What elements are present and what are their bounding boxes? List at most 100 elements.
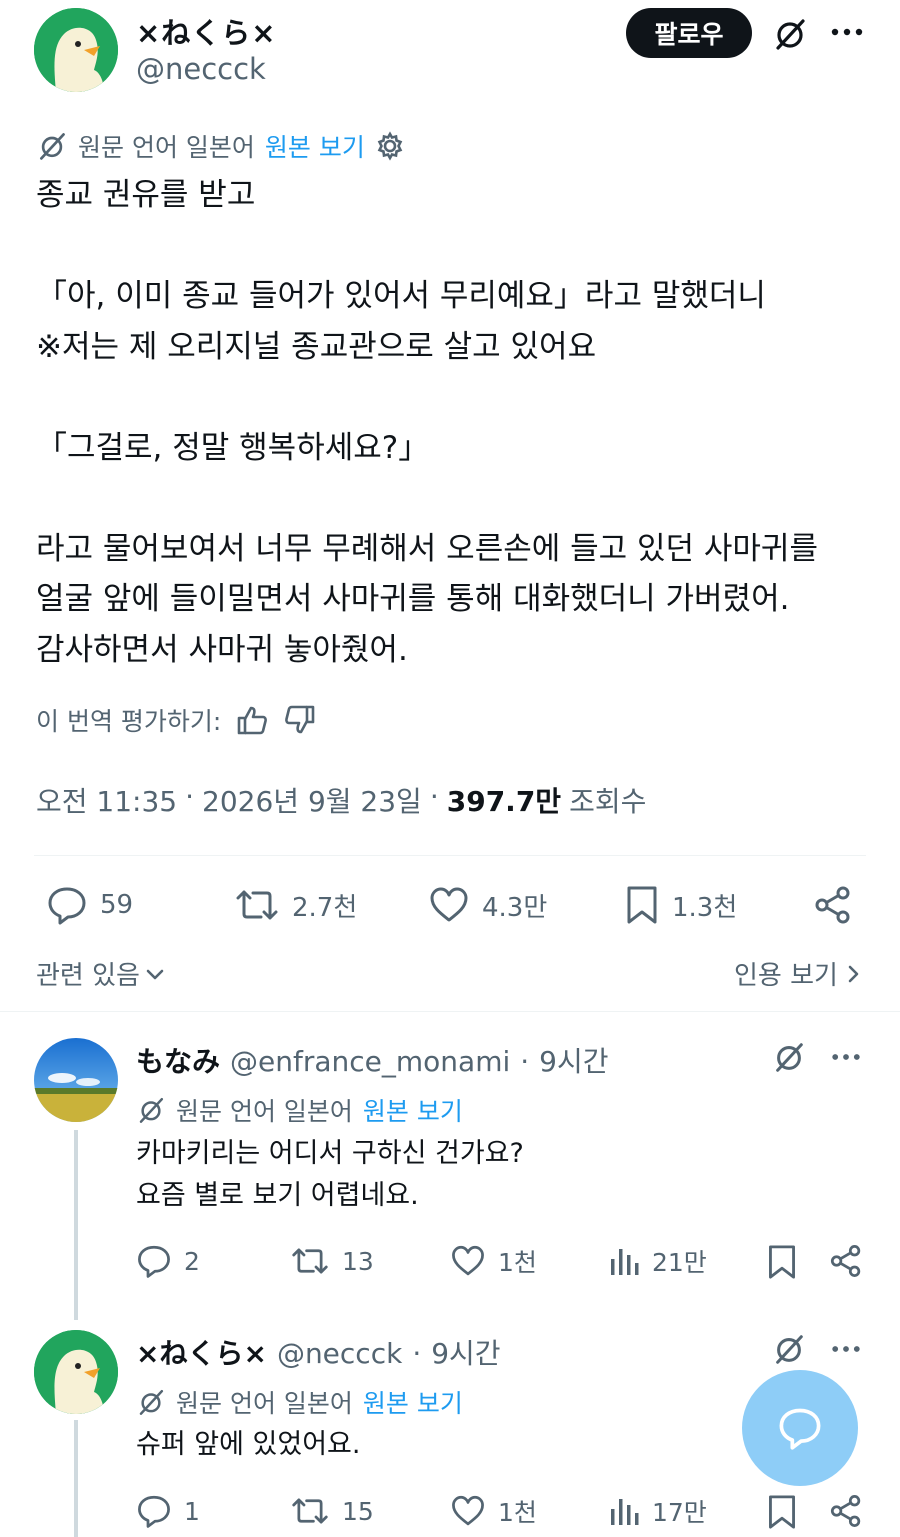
quotes-link[interactable]: 인용 보기 bbox=[734, 955, 864, 992]
translate-icon bbox=[36, 130, 68, 162]
like-button[interactable]: 4.3만 bbox=[428, 884, 547, 926]
related-toggle[interactable]: 관련 있음 bbox=[36, 955, 166, 992]
reply-handle[interactable]: @neccck bbox=[277, 1337, 402, 1370]
grok-icon[interactable] bbox=[772, 16, 808, 52]
like-count: 1천 bbox=[498, 1248, 537, 1277]
share-icon bbox=[828, 1493, 864, 1529]
views-button[interactable]: 17만 bbox=[608, 1493, 707, 1529]
reply-icon bbox=[136, 1243, 172, 1279]
chevron-right-icon bbox=[842, 963, 864, 985]
reply-display-name[interactable]: ×ねくら× bbox=[136, 1332, 267, 1372]
retweet-count: 2.7천 bbox=[292, 892, 358, 923]
quotes-label: 인용 보기 bbox=[734, 961, 838, 991]
bookmark-icon bbox=[766, 1493, 798, 1531]
views-icon bbox=[608, 1243, 640, 1279]
like-count: 1천 bbox=[498, 1498, 537, 1527]
reply-time[interactable]: 9시간 bbox=[431, 1332, 500, 1372]
reply-icon bbox=[136, 1493, 172, 1529]
views-count: 21만 bbox=[652, 1248, 707, 1277]
thumbs-down-icon[interactable] bbox=[283, 704, 317, 736]
translation-label: 원문 언어 일본어 bbox=[78, 133, 255, 162]
reply-button[interactable]: 59 bbox=[46, 884, 133, 926]
translation-label: 원문 언어 일본어 bbox=[176, 1097, 353, 1126]
views-label: 조회수 bbox=[569, 785, 647, 818]
grok-icon[interactable] bbox=[772, 1040, 806, 1074]
more-icon[interactable] bbox=[830, 1340, 862, 1358]
author-display-name[interactable]: ×ねくら× bbox=[136, 10, 277, 52]
chevron-down-icon bbox=[144, 963, 166, 985]
tweet-text: 종교 권유를 받고 「아, 이미 종교 들어가 있어서 무리예요」라고 말했더니… bbox=[36, 177, 818, 668]
tweet-date[interactable]: 2026년 9월 23일 bbox=[202, 780, 422, 820]
reply-icon bbox=[46, 884, 88, 926]
like-icon bbox=[450, 1493, 486, 1529]
landscape-avatar-image bbox=[34, 1038, 118, 1122]
reply-count: 1 bbox=[184, 1496, 200, 1526]
like-icon bbox=[450, 1243, 486, 1279]
gear-icon[interactable] bbox=[375, 131, 405, 161]
reply-time[interactable]: 9시간 bbox=[539, 1040, 608, 1080]
reply-translation-notice: 원문 언어 일본어 원본 보기 bbox=[136, 1384, 463, 1420]
reply-count: 2 bbox=[184, 1246, 200, 1276]
rate-translation: 이 번역 평가하기: bbox=[36, 702, 317, 738]
reply-header: もなみ @enfrance_monami · 9시간 bbox=[136, 1040, 609, 1080]
rate-label: 이 번역 평가하기: bbox=[36, 707, 222, 736]
more-icon[interactable] bbox=[830, 1048, 862, 1066]
show-original-link[interactable]: 원본 보기 bbox=[265, 128, 365, 164]
reply-avatar[interactable] bbox=[34, 1038, 118, 1122]
share-button[interactable] bbox=[828, 1493, 864, 1529]
like-button[interactable]: 1천 bbox=[450, 1493, 537, 1529]
share-button[interactable] bbox=[812, 884, 854, 926]
show-original-link[interactable]: 원본 보기 bbox=[363, 1384, 463, 1420]
views-button[interactable]: 21만 bbox=[608, 1243, 707, 1279]
reply-count: 59 bbox=[100, 890, 134, 920]
translate-icon bbox=[136, 1387, 166, 1417]
reply-text: 슈퍼 앞에 있었어요. bbox=[136, 1429, 361, 1460]
retweet-button[interactable]: 15 bbox=[290, 1493, 374, 1529]
reply-avatar[interactable] bbox=[34, 1330, 118, 1414]
reply-button[interactable]: 2 bbox=[136, 1243, 200, 1279]
bookmark-button[interactable]: 1.3천 bbox=[624, 884, 737, 926]
follow-button[interactable]: 팔로우 bbox=[626, 8, 752, 58]
thread-line bbox=[74, 1420, 78, 1537]
like-count: 4.3만 bbox=[482, 892, 548, 923]
bookmark-button[interactable] bbox=[766, 1493, 798, 1531]
reply-translation-notice: 원문 언어 일본어 원본 보기 bbox=[136, 1092, 463, 1128]
like-icon bbox=[428, 884, 470, 926]
related-label: 관련 있음 bbox=[36, 961, 140, 991]
reply-text: 카마키리는 어디서 구하신 건가요? 요즘 별로 보기 어렵네요. bbox=[136, 1138, 524, 1211]
bookmark-icon bbox=[766, 1243, 798, 1281]
share-button[interactable] bbox=[828, 1243, 864, 1279]
views-icon bbox=[608, 1493, 640, 1529]
translation-notice: 원문 언어 일본어 원본 보기 bbox=[36, 128, 405, 164]
reply-button[interactable]: 1 bbox=[136, 1493, 200, 1529]
retweet-button[interactable]: 13 bbox=[290, 1243, 374, 1279]
views-count: 17만 bbox=[652, 1498, 707, 1527]
show-original-link[interactable]: 원본 보기 bbox=[363, 1092, 463, 1128]
thread-line bbox=[74, 1130, 78, 1320]
retweet-icon bbox=[290, 1243, 330, 1279]
views-count: 397.7만 bbox=[446, 785, 562, 818]
duck-avatar-image bbox=[34, 8, 118, 92]
more-icon[interactable] bbox=[830, 22, 864, 42]
share-icon bbox=[812, 884, 854, 926]
duck-avatar-image bbox=[34, 1330, 118, 1414]
thumbs-up-icon[interactable] bbox=[235, 704, 269, 736]
tweet-meta: 오전 11:35 · 2026년 9월 23일 · 397.7만 조회수 bbox=[36, 780, 647, 820]
bookmark-count: 1.3천 bbox=[672, 892, 738, 923]
author-handle[interactable]: @neccck bbox=[136, 52, 266, 86]
tweet-time[interactable]: 오전 11:35 bbox=[36, 780, 177, 820]
section-divider bbox=[0, 1011, 900, 1012]
retweet-button[interactable]: 2.7천 bbox=[234, 884, 357, 926]
author-avatar[interactable] bbox=[34, 8, 118, 92]
bookmark-button[interactable] bbox=[766, 1243, 798, 1281]
grok-icon[interactable] bbox=[772, 1332, 806, 1366]
bookmark-icon bbox=[624, 884, 660, 926]
translation-label: 원문 언어 일본어 bbox=[176, 1389, 353, 1418]
compose-reply-icon bbox=[777, 1405, 823, 1451]
compose-reply-button[interactable] bbox=[742, 1370, 858, 1486]
divider bbox=[34, 855, 866, 856]
reply-handle[interactable]: @enfrance_monami bbox=[230, 1045, 510, 1078]
like-button[interactable]: 1천 bbox=[450, 1243, 537, 1279]
reply-header: ×ねくら× @neccck · 9시간 bbox=[136, 1332, 501, 1372]
reply-display-name[interactable]: もなみ bbox=[136, 1040, 220, 1080]
